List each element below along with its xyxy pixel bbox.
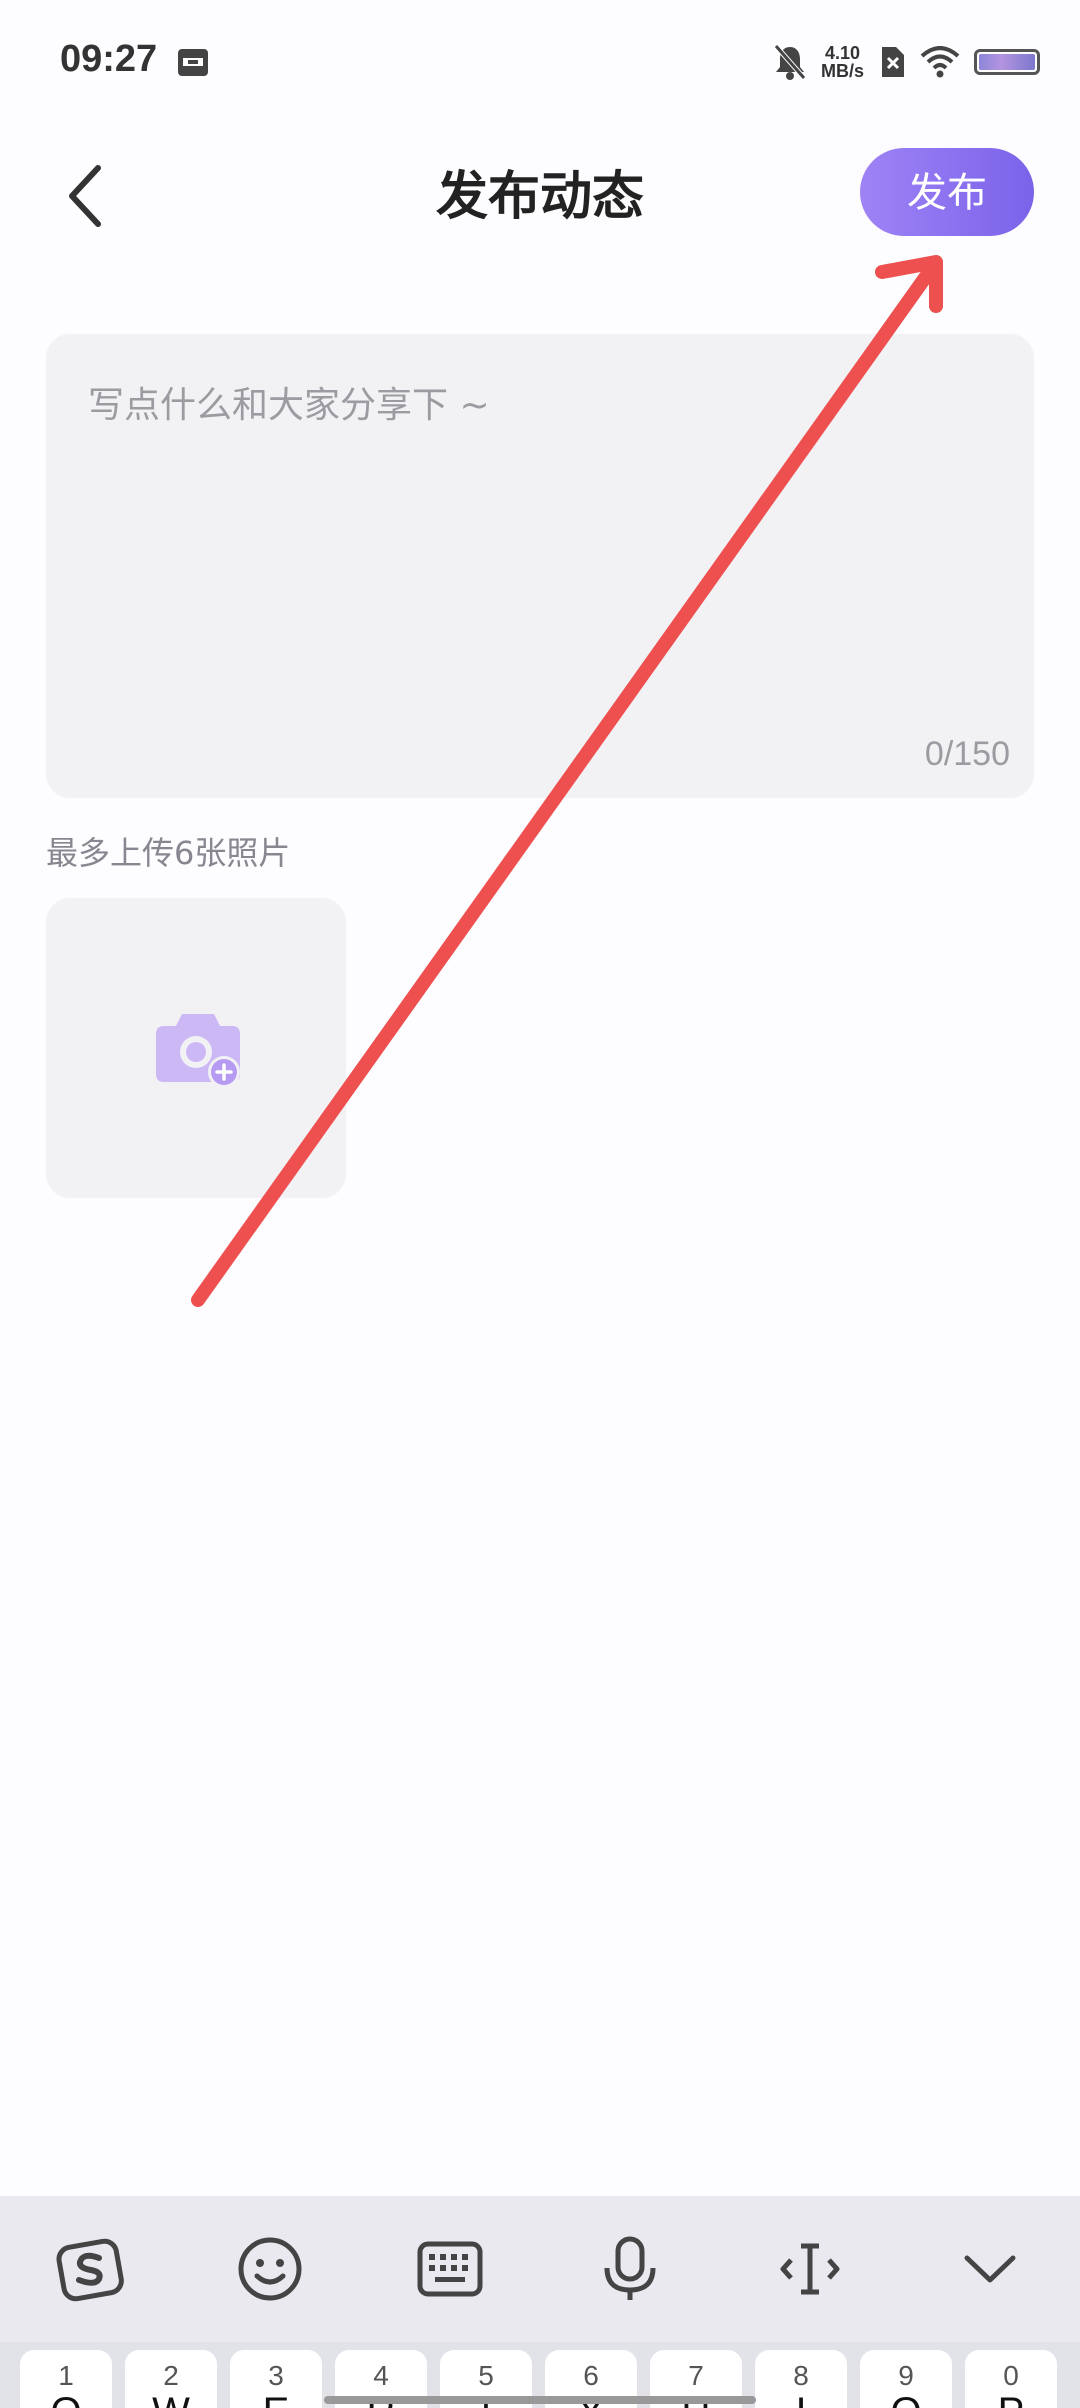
battery-level [979, 54, 1035, 70]
home-indicator[interactable] [324, 2396, 756, 2404]
post-placeholder: 写点什么和大家分享下 ~ [88, 385, 490, 426]
publish-button[interactable]: 发布 [860, 148, 1034, 236]
sogou-logo-icon[interactable] [45, 2224, 135, 2314]
key-w[interactable]: 2W [125, 2350, 217, 2408]
battery-icon [974, 49, 1040, 75]
key-p[interactable]: 0P [965, 2350, 1057, 2408]
text-cursor-icon[interactable] [765, 2224, 855, 2314]
sim-off-icon [882, 47, 904, 77]
status-time: 09:27 [60, 38, 158, 80]
keyboard-icon[interactable] [405, 2224, 495, 2314]
status-icons: 4.10 MB/s [773, 40, 1040, 84]
net-speed-unit: MB/s [820, 61, 864, 81]
add-photo-button[interactable] [46, 898, 346, 1198]
header: 发布动态 发布 [0, 140, 1080, 250]
mute-bell-icon [774, 44, 806, 80]
post-text-input[interactable]: 写点什么和大家分享下 ~ 0/150 [46, 334, 1034, 798]
camera-add-icon [156, 1014, 240, 1088]
keyboard-toolbar [0, 2196, 1080, 2342]
char-counter: 0/150 [924, 735, 1010, 773]
status-bar: 09:27 4.10 MB/s [0, 0, 1080, 120]
key-i[interactable]: 8I [755, 2350, 847, 2408]
key-o[interactable]: 9O [860, 2350, 952, 2408]
photo-limit-hint: 最多上传6张照片 [46, 834, 291, 872]
net-speed-value: 4.10 [824, 43, 861, 63]
collapse-chevron-icon[interactable] [945, 2224, 1035, 2314]
wifi-icon [920, 46, 960, 78]
calendar-icon [178, 49, 208, 76]
emoji-icon[interactable] [225, 2224, 315, 2314]
key-e[interactable]: 3E [230, 2350, 322, 2408]
net-speed: 4.10 MB/s [821, 44, 864, 80]
microphone-icon[interactable] [585, 2224, 675, 2314]
key-q[interactable]: 1Q [20, 2350, 112, 2408]
